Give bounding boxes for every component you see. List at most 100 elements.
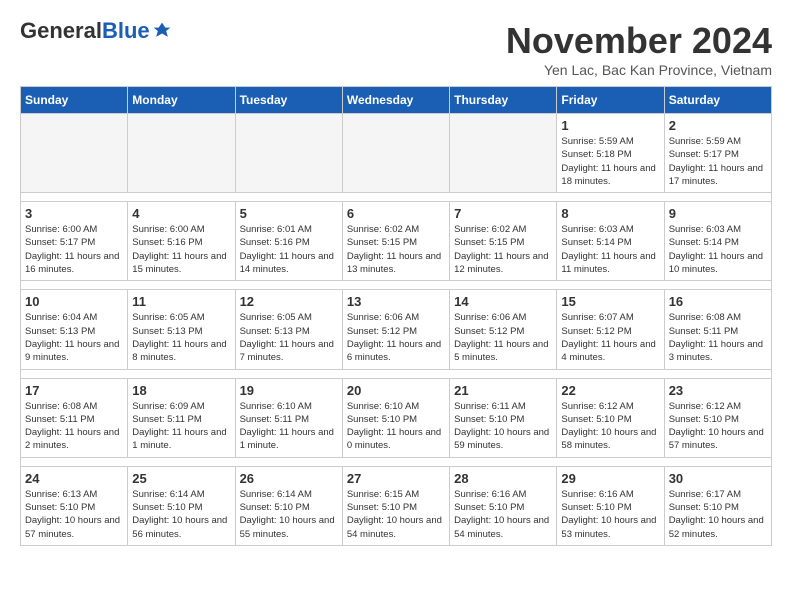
day-info: Sunrise: 6:12 AM Sunset: 5:10 PM Dayligh… xyxy=(561,400,659,453)
day-info: Sunrise: 6:08 AM Sunset: 5:11 PM Dayligh… xyxy=(25,400,123,453)
day-cell: 25Sunrise: 6:14 AM Sunset: 5:10 PM Dayli… xyxy=(128,466,235,545)
day-cell: 10Sunrise: 6:04 AM Sunset: 5:13 PM Dayli… xyxy=(21,290,128,369)
day-info: Sunrise: 6:04 AM Sunset: 5:13 PM Dayligh… xyxy=(25,311,123,364)
day-info: Sunrise: 5:59 AM Sunset: 5:17 PM Dayligh… xyxy=(669,135,767,188)
day-cell: 18Sunrise: 6:09 AM Sunset: 5:11 PM Dayli… xyxy=(128,378,235,457)
day-info: Sunrise: 6:11 AM Sunset: 5:10 PM Dayligh… xyxy=(454,400,552,453)
day-info: Sunrise: 6:03 AM Sunset: 5:14 PM Dayligh… xyxy=(561,223,659,276)
week-separator xyxy=(21,369,772,378)
day-info: Sunrise: 6:13 AM Sunset: 5:10 PM Dayligh… xyxy=(25,488,123,541)
day-cell xyxy=(450,114,557,193)
day-number: 11 xyxy=(132,294,230,309)
day-cell: 21 Sunrise: 6:11 AM Sunset: 5:10 PM Dayli… xyxy=(450,378,557,457)
day-number: 6 xyxy=(347,206,445,221)
day-cell xyxy=(21,114,128,193)
day-cell: 15Sunrise: 6:07 AM Sunset: 5:12 PM Dayli… xyxy=(557,290,664,369)
day-number: 13 xyxy=(347,294,445,309)
day-info: Sunrise: 6:08 AM Sunset: 5:11 PM Dayligh… xyxy=(669,311,767,364)
day-info: Sunrise: 6:07 AM Sunset: 5:12 PM Dayligh… xyxy=(561,311,659,364)
day-cell: 30 Sunrise: 6:17 AM Sunset: 5:10 PM Dayli… xyxy=(664,466,771,545)
logo-icon xyxy=(152,21,172,41)
day-number: 14 xyxy=(454,294,552,309)
day-cell xyxy=(235,114,342,193)
day-info: Sunrise: 6:16 AM Sunset: 5:10 PM Dayligh… xyxy=(561,488,659,541)
day-number: 24 xyxy=(25,471,123,486)
day-number: 19 xyxy=(240,383,338,398)
day-cell: 20Sunrise: 6:10 AM Sunset: 5:10 PM Dayli… xyxy=(342,378,449,457)
day-info: Sunrise: 6:14 AM Sunset: 5:10 PM Dayligh… xyxy=(240,488,338,541)
header-cell-monday: Monday xyxy=(128,87,235,114)
day-number: 28 xyxy=(454,471,552,486)
day-number: 21 xyxy=(454,383,552,398)
day-cell: 8 Sunrise: 6:03 AM Sunset: 5:14 PM Daylig… xyxy=(557,202,664,281)
day-number: 1 xyxy=(561,118,659,133)
day-number: 23 xyxy=(669,383,767,398)
location-subtitle: Yen Lac, Bac Kan Province, Vietnam xyxy=(506,62,772,78)
day-cell: 24 Sunrise: 6:13 AM Sunset: 5:10 PM Dayli… xyxy=(21,466,128,545)
day-number: 2 xyxy=(669,118,767,133)
day-number: 3 xyxy=(25,206,123,221)
day-info: Sunrise: 6:15 AM Sunset: 5:10 PM Dayligh… xyxy=(347,488,445,541)
week-row-3: 10Sunrise: 6:04 AM Sunset: 5:13 PM Dayli… xyxy=(21,290,772,369)
day-number: 27 xyxy=(347,471,445,486)
day-info: Sunrise: 6:02 AM Sunset: 5:15 PM Dayligh… xyxy=(454,223,552,276)
day-cell: 23 Sunrise: 6:12 AM Sunset: 5:10 PM Dayli… xyxy=(664,378,771,457)
header-cell-wednesday: Wednesday xyxy=(342,87,449,114)
day-cell: 11 Sunrise: 6:05 AM Sunset: 5:13 PM Dayli… xyxy=(128,290,235,369)
day-info: Sunrise: 6:10 AM Sunset: 5:11 PM Dayligh… xyxy=(240,400,338,453)
week-row-1: 1 Sunrise: 5:59 AM Sunset: 5:18 PM Daylig… xyxy=(21,114,772,193)
day-number: 30 xyxy=(669,471,767,486)
day-cell: 7Sunrise: 6:02 AM Sunset: 5:15 PM Daylig… xyxy=(450,202,557,281)
day-number: 29 xyxy=(561,471,659,486)
day-info: Sunrise: 6:17 AM Sunset: 5:10 PM Dayligh… xyxy=(669,488,767,541)
day-cell: 17Sunrise: 6:08 AM Sunset: 5:11 PM Dayli… xyxy=(21,378,128,457)
header-cell-sunday: Sunday xyxy=(21,87,128,114)
month-title: November 2024 xyxy=(506,20,772,62)
day-cell: 28 Sunrise: 6:16 AM Sunset: 5:10 PM Dayli… xyxy=(450,466,557,545)
title-block: November 2024 Yen Lac, Bac Kan Province,… xyxy=(506,20,772,78)
day-cell: 16Sunrise: 6:08 AM Sunset: 5:11 PM Dayli… xyxy=(664,290,771,369)
day-cell: 29 Sunrise: 6:16 AM Sunset: 5:10 PM Dayli… xyxy=(557,466,664,545)
day-info: Sunrise: 6:16 AM Sunset: 5:10 PM Dayligh… xyxy=(454,488,552,541)
day-info: Sunrise: 6:06 AM Sunset: 5:12 PM Dayligh… xyxy=(347,311,445,364)
header-cell-saturday: Saturday xyxy=(664,87,771,114)
day-cell: 19 Sunrise: 6:10 AM Sunset: 5:11 PM Dayli… xyxy=(235,378,342,457)
day-info: Sunrise: 6:05 AM Sunset: 5:13 PM Dayligh… xyxy=(240,311,338,364)
week-row-5: 24 Sunrise: 6:13 AM Sunset: 5:10 PM Dayli… xyxy=(21,466,772,545)
day-cell: 22Sunrise: 6:12 AM Sunset: 5:10 PM Dayli… xyxy=(557,378,664,457)
week-separator xyxy=(21,193,772,202)
day-info: Sunrise: 6:00 AM Sunset: 5:17 PM Dayligh… xyxy=(25,223,123,276)
logo-general: General xyxy=(20,18,102,43)
header-cell-friday: Friday xyxy=(557,87,664,114)
day-info: Sunrise: 6:06 AM Sunset: 5:12 PM Dayligh… xyxy=(454,311,552,364)
day-cell: 2 Sunrise: 5:59 AM Sunset: 5:17 PM Daylig… xyxy=(664,114,771,193)
day-info: Sunrise: 5:59 AM Sunset: 5:18 PM Dayligh… xyxy=(561,135,659,188)
day-info: Sunrise: 6:01 AM Sunset: 5:16 PM Dayligh… xyxy=(240,223,338,276)
day-number: 4 xyxy=(132,206,230,221)
week-row-2: 3 Sunrise: 6:00 AM Sunset: 5:17 PM Daylig… xyxy=(21,202,772,281)
day-number: 12 xyxy=(240,294,338,309)
day-info: Sunrise: 6:14 AM Sunset: 5:10 PM Dayligh… xyxy=(132,488,230,541)
day-number: 8 xyxy=(561,206,659,221)
day-info: Sunrise: 6:05 AM Sunset: 5:13 PM Dayligh… xyxy=(132,311,230,364)
day-number: 9 xyxy=(669,206,767,221)
week-separator xyxy=(21,457,772,466)
header-cell-thursday: Thursday xyxy=(450,87,557,114)
day-number: 18 xyxy=(132,383,230,398)
day-info: Sunrise: 6:00 AM Sunset: 5:16 PM Dayligh… xyxy=(132,223,230,276)
day-cell: 5Sunrise: 6:01 AM Sunset: 5:16 PM Daylig… xyxy=(235,202,342,281)
day-info: Sunrise: 6:03 AM Sunset: 5:14 PM Dayligh… xyxy=(669,223,767,276)
day-cell: 6Sunrise: 6:02 AM Sunset: 5:15 PM Daylig… xyxy=(342,202,449,281)
day-info: Sunrise: 6:10 AM Sunset: 5:10 PM Dayligh… xyxy=(347,400,445,453)
day-cell: 26Sunrise: 6:14 AM Sunset: 5:10 PM Dayli… xyxy=(235,466,342,545)
logo-blue: Blue xyxy=(102,18,150,43)
week-row-4: 17Sunrise: 6:08 AM Sunset: 5:11 PM Dayli… xyxy=(21,378,772,457)
day-cell: 12 Sunrise: 6:05 AM Sunset: 5:13 PM Dayli… xyxy=(235,290,342,369)
header-cell-tuesday: Tuesday xyxy=(235,87,342,114)
day-cell: 27 Sunrise: 6:15 AM Sunset: 5:10 PM Dayli… xyxy=(342,466,449,545)
page-header: GeneralBlue November 2024 Yen Lac, Bac K… xyxy=(20,20,772,78)
day-cell: 14 Sunrise: 6:06 AM Sunset: 5:12 PM Dayli… xyxy=(450,290,557,369)
day-info: Sunrise: 6:12 AM Sunset: 5:10 PM Dayligh… xyxy=(669,400,767,453)
day-cell: 4 Sunrise: 6:00 AM Sunset: 5:16 PM Daylig… xyxy=(128,202,235,281)
day-cell xyxy=(342,114,449,193)
